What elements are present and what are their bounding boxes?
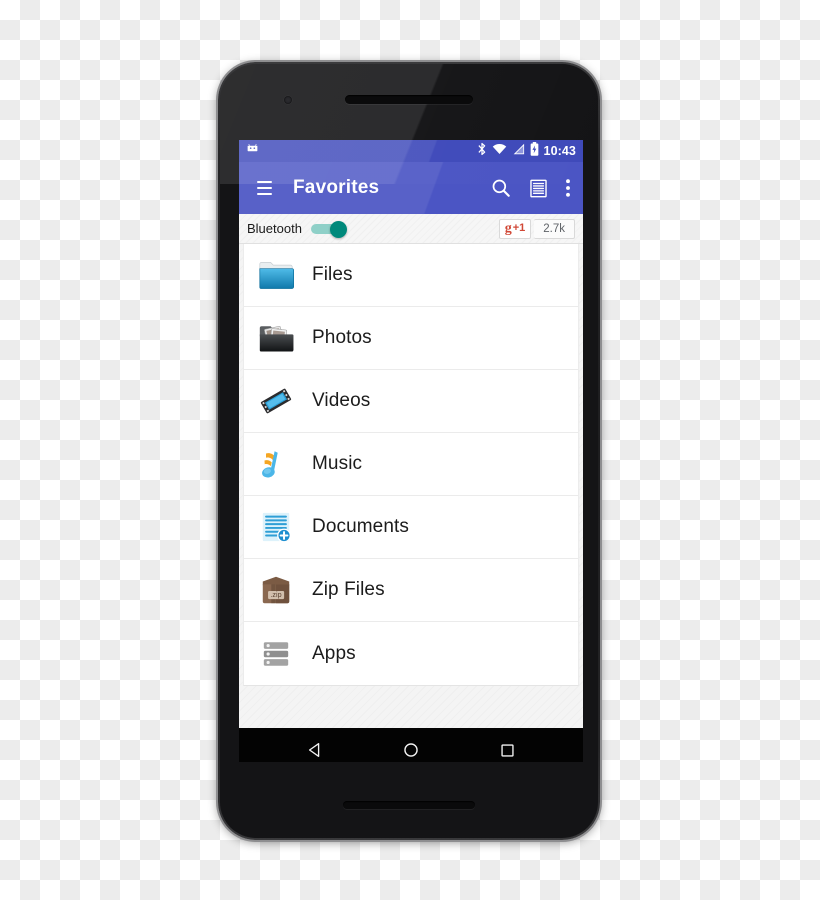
social-buttons: g +1 2.7k [498,218,575,239]
android-navigation-bar [239,728,583,762]
list-item-documents[interactable]: Documents [244,496,578,559]
list-item-label: Zip Files [312,579,385,600]
list-item-music[interactable]: Music [244,433,578,496]
bluetooth-label: Bluetooth [247,221,302,236]
bluetooth-toggle-switch[interactable] [310,221,347,238]
list-item-videos[interactable]: Videos [244,370,578,433]
status-bar-clock: 10:43 [543,143,576,158]
list-item-label: Files [312,264,353,285]
plus-one-label: +1 [512,222,526,234]
battery-icon [530,141,539,161]
home-circle-icon[interactable] [391,730,431,762]
toggle-thumb [329,221,347,238]
google-plus-one-button[interactable]: g +1 [498,218,532,239]
bottom-speaker [343,801,475,809]
app-bar-actions [490,177,573,199]
content-area: Files Photos Videos Music Documents .zip… [239,244,583,728]
page-title: Favorites [293,177,380,198]
list-view-icon[interactable] [528,178,549,199]
bluetooth-icon [477,142,487,161]
list-item-label: Apps [312,642,356,664]
android-robot-icon [246,142,259,160]
plus-one-count[interactable]: 2.7k [534,218,575,239]
status-bar-system-icons: 10:43 [477,141,576,161]
phone-screen: 10:43 Favorites Bluetooth g +1 2.7k File… [239,140,583,762]
favorites-list: Files Photos Videos Music Documents .zip… [243,244,579,686]
apps-stack-icon [256,634,296,674]
list-item-label: Music [312,453,363,474]
app-bar: Favorites [239,162,583,214]
status-bar-notifications [246,142,259,160]
list-item-label: Documents [312,516,409,537]
list-item-zip-files[interactable]: .zip Zip Files [244,559,578,622]
earpiece-speaker [345,95,473,104]
documents-icon [256,507,296,547]
photos-folder-icon [256,318,296,358]
status-bar: 10:43 [239,140,583,162]
social-share-bar: Bluetooth g +1 2.7k [239,214,583,244]
phone-body: 10:43 Favorites Bluetooth g +1 2.7k File… [220,64,598,838]
back-triangle-icon[interactable] [295,730,335,762]
list-item-files[interactable]: Files [244,244,578,307]
list-item-photos[interactable]: Photos [244,307,578,370]
hamburger-menu-icon[interactable] [249,173,279,203]
overflow-menu-icon[interactable] [565,177,571,199]
list-item-apps[interactable]: Apps [244,622,578,685]
smartphone-device: 10:43 Favorites Bluetooth g +1 2.7k File… [218,62,600,840]
list-item-label: Videos [312,390,371,411]
zip-box-icon: .zip [256,570,296,610]
cellular-signal-icon [512,142,525,160]
wifi-icon [492,142,507,160]
search-icon[interactable] [490,177,512,199]
recents-square-icon[interactable] [487,730,527,762]
google-g-letter: g [504,220,512,236]
film-strip-icon [256,381,296,421]
front-camera [284,96,292,104]
list-item-label: Photos [312,327,372,348]
blue-folder-icon [256,255,296,295]
music-note-icon [256,444,296,484]
svg-text:.zip: .zip [270,591,281,599]
